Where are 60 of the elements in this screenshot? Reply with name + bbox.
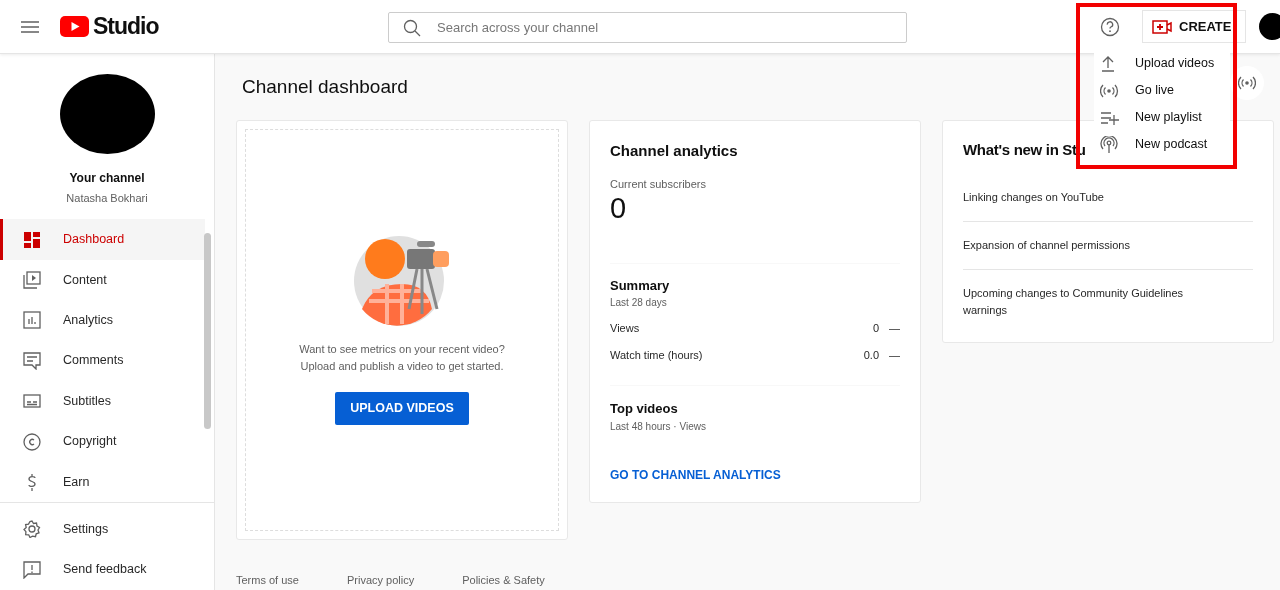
sidebar-item[interactable]: Content — [0, 259, 205, 301]
menu-item[interactable]: New podcast — [1094, 131, 1230, 158]
period-label: Last 48 hours · Views — [610, 419, 707, 434]
news-link[interactable]: Linking changes on YouTube — [963, 173, 1253, 222]
upload-videos-button[interactable]: UPLOAD VIDEOS — [335, 392, 469, 425]
footer-link[interactable]: Policies & Safety — [462, 571, 545, 588]
feedback-icon — [23, 560, 41, 579]
menu-item[interactable]: New playlist — [1094, 104, 1230, 131]
subtitles-icon — [23, 392, 41, 411]
play-logo-icon — [60, 16, 89, 37]
avatar[interactable] — [1259, 13, 1280, 40]
broadcast-icon — [1238, 74, 1256, 92]
channel-name: Natasha Bokhari — [65, 191, 149, 206]
channel-title: Your channel — [68, 170, 146, 187]
logo-text: Studio — [93, 15, 159, 38]
footer-link[interactable]: Terms of use — [236, 571, 299, 588]
period-label: Last 28 days — [610, 296, 668, 311]
trend-dash: — — [889, 347, 900, 363]
help-icon[interactable] — [1100, 16, 1120, 37]
add-video-icon — [1152, 19, 1172, 34]
copyright-icon — [23, 432, 41, 451]
prompt-text: Want to see metrics on your recent video? Upload and publish a video to get started. — [298, 342, 506, 375]
menu-item[interactable]: Upload videos — [1094, 50, 1230, 77]
footer-link[interactable]: Privacy policy — [346, 571, 415, 588]
search-input[interactable]: Search across your channel — [435, 16, 906, 39]
card-title: Channel analytics — [610, 140, 739, 161]
sidebar-item[interactable]: Subtitles — [0, 381, 205, 422]
create-button[interactable]: CREATE — [1142, 10, 1247, 43]
sidebar-item[interactable]: Earn — [0, 461, 205, 503]
logo[interactable]: Studio — [60, 15, 159, 38]
metric-value: 0.0 — [863, 347, 879, 363]
trend-dash: — — [889, 321, 900, 337]
sidebar-item[interactable]: Analytics — [0, 300, 205, 341]
analytics-link[interactable]: GO TO CHANNEL ANALYTICS — [610, 465, 781, 484]
podcast-icon — [1100, 135, 1119, 154]
comment-icon — [23, 351, 41, 370]
menu-item[interactable]: Go live — [1094, 77, 1230, 104]
section-title: Summary — [610, 276, 671, 295]
gear-icon — [23, 520, 41, 539]
sidebar-item[interactable]: Comments — [0, 340, 205, 382]
menu-icon[interactable] — [20, 18, 40, 35]
search-box[interactable]: Search across your channel — [388, 12, 907, 43]
dashboard-icon — [23, 230, 41, 249]
news-link[interactable]: Expansion of channel permissions — [963, 221, 1253, 270]
sidebar-item[interactable]: Send feedback — [0, 549, 205, 590]
page-title: Channel dashboard — [242, 76, 408, 99]
subscribers-label: Current subscribers — [610, 177, 707, 193]
metric-label: Views — [610, 321, 641, 337]
section-title: Top videos — [610, 400, 679, 419]
metric-value: 0 — [872, 321, 879, 337]
video-library-icon — [23, 271, 41, 290]
news-link[interactable]: Upcoming changes to Community Guidelines warnings — [963, 269, 1253, 334]
sidebar-item[interactable]: Dashboard — [0, 219, 205, 260]
sidebar-item[interactable]: Copyright — [0, 421, 205, 462]
subscriber-count: 0 — [610, 192, 628, 225]
search-icon — [403, 18, 421, 37]
scrollbar[interactable] — [204, 233, 211, 429]
bar-chart-icon — [23, 311, 41, 330]
sidebar-item[interactable]: Settings — [0, 509, 205, 550]
metric-label: Watch time (hours) — [610, 347, 704, 363]
